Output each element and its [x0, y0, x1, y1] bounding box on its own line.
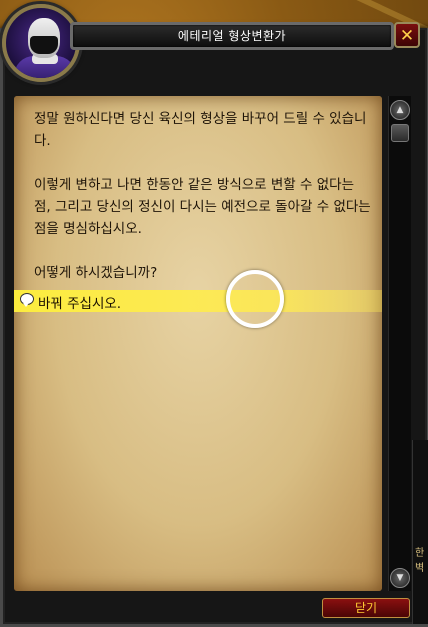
scrollbar[interactable]: ▲ ▼ — [388, 96, 411, 591]
scroll-thumb[interactable] — [391, 124, 409, 142]
background-panel-edge: 한 벽 — [412, 440, 428, 624]
window-title: 에테리얼 형상변환가 — [177, 29, 287, 43]
gossip-paragraph-3: 어떻게 하시겠습니까? — [34, 265, 158, 281]
scroll-down-icon[interactable]: ▼ — [390, 568, 410, 588]
scroll-up-icon[interactable]: ▲ — [390, 100, 410, 120]
side-strip-text: 한 벽 — [415, 548, 425, 574]
close-button[interactable]: 닫기 — [322, 598, 410, 618]
gossip-option-label: 바꿔 주십시오. — [38, 296, 122, 312]
cursor-ring-indicator — [226, 270, 284, 328]
chat-bubble-icon — [20, 293, 34, 307]
gossip-paragraph-1: 정말 원하신다면 당신 육신의 형상을 바꾸어 드릴 수 있습니다. — [34, 111, 367, 149]
npc-portrait — [2, 4, 80, 82]
gossip-option-change[interactable]: 바꿔 주십시오. — [14, 290, 382, 312]
gossip-text: 정말 원하신다면 당신 육신의 형상을 바꾸어 드릴 수 있습니다. 이렇게 변… — [34, 108, 374, 306]
portrait-face-mask — [30, 36, 58, 54]
close-icon[interactable]: ✕ — [394, 22, 420, 48]
window-titlebar: 에테리얼 형상변환가 — [70, 22, 394, 50]
gossip-paragraph-2: 이렇게 변하고 나면 한동안 같은 방식으로 변할 수 없다는 점, 그리고 당… — [34, 177, 371, 237]
parchment-panel: 정말 원하신다면 당신 육신의 형상을 바꾸어 드릴 수 있습니다. 이렇게 변… — [14, 96, 382, 591]
